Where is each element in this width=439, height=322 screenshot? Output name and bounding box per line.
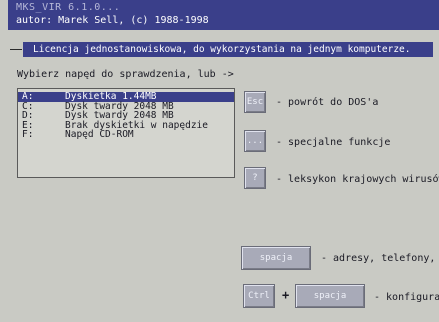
drive-list[interactable]: A: Dyskietka 1.44MB C: Dysk twardy 2048 … (17, 88, 235, 178)
space-description: - adresy, telefony, (321, 253, 436, 264)
special-functions-description: - specjalne funkcje (276, 137, 391, 148)
special-functions-button[interactable]: ... (244, 130, 266, 152)
esc-description: - powrót do DOS'a (276, 97, 379, 108)
license-banner: Licencja jednostanowiskowa, do wykorzyst… (23, 42, 433, 57)
author-line: autor: Marek Sell, (c) 1988-1998 (16, 15, 209, 26)
drive-item-f[interactable]: F: Napęd CD-ROM (18, 130, 234, 140)
ctrl-space-button[interactable]: spacja (295, 284, 365, 308)
esc-button[interactable]: Esc (244, 91, 266, 113)
virus-lexicon-button[interactable]: ? (244, 167, 266, 189)
plus-sign: + (282, 288, 290, 302)
drive-letter: F: (22, 129, 34, 141)
drive-prompt: Wybierz napęd do sprawdzenia, lub -> (17, 69, 234, 80)
virus-lexicon-description: - leksykon krajowych wirusów (276, 174, 439, 185)
license-divider (10, 49, 22, 50)
space-button[interactable]: spacja (241, 246, 311, 270)
ctrl-button[interactable]: Ctrl (243, 284, 275, 308)
title-bar: MKS_VIR 6.1.0... autor: Marek Sell, (c) … (8, 0, 439, 30)
configuration-description: - konfigurac (374, 292, 439, 303)
drive-label: Napęd CD-ROM (65, 129, 134, 141)
program-version: MKS_VIR 6.1.0... (16, 2, 121, 13)
